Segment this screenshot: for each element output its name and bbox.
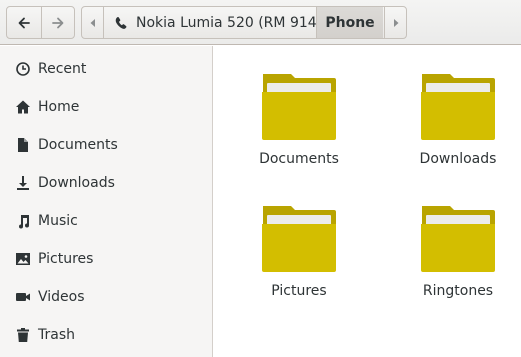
folder-pictures[interactable]: Pictures xyxy=(239,204,359,324)
sidebar-item-label: Trash xyxy=(38,327,75,343)
sidebar-item-label: Music xyxy=(38,213,78,229)
path-crumb-current[interactable]: Phone xyxy=(317,7,383,38)
folder-name: Pictures xyxy=(271,283,327,299)
sidebar-item-pictures[interactable]: Pictures xyxy=(0,244,212,274)
path-crumb-device-label: Nokia Lumia 520 (RM 914) xyxy=(136,14,323,31)
header-bar: Nokia Lumia 520 (RM 914) Phone xyxy=(0,0,521,45)
sidebar-item-trash[interactable]: Trash xyxy=(0,320,212,350)
download-icon xyxy=(15,175,31,191)
folder-icon xyxy=(262,74,336,140)
go-previous-icon xyxy=(18,17,30,28)
sidebar: Recent Home Documents Downloads Music Pi… xyxy=(0,46,213,357)
path-crumb-device[interactable]: Nokia Lumia 520 (RM 914) xyxy=(104,7,322,38)
sidebar-item-label: Recent xyxy=(38,61,87,77)
pan-start-icon xyxy=(90,18,95,27)
picture-icon xyxy=(15,251,31,267)
go-next-icon xyxy=(51,17,64,28)
sidebar-item-label: Home xyxy=(38,99,80,115)
sidebar-item-downloads[interactable]: Downloads xyxy=(0,168,212,198)
path-bar: Nokia Lumia 520 (RM 914) Phone xyxy=(81,6,407,39)
navigation-buttons xyxy=(6,6,75,39)
folder-name: Ringtones xyxy=(422,283,494,299)
path-scroll-left-button[interactable] xyxy=(82,7,104,38)
forward-button[interactable] xyxy=(40,7,75,38)
folder-name: Downloads xyxy=(419,151,497,167)
path-crumb-current-label: Phone xyxy=(325,14,375,31)
home-icon xyxy=(15,99,31,115)
phone-icon xyxy=(114,16,128,30)
sidebar-item-label: Videos xyxy=(38,289,85,305)
document-icon xyxy=(15,137,31,153)
sidebar-item-videos[interactable]: Videos xyxy=(0,282,212,312)
sidebar-item-home[interactable]: Home xyxy=(0,92,212,122)
video-icon xyxy=(15,289,31,305)
sidebar-item-label: Downloads xyxy=(38,175,115,191)
folder-name: Documents xyxy=(259,151,339,167)
sidebar-item-documents[interactable]: Documents xyxy=(0,130,212,160)
folder-documents[interactable]: Documents xyxy=(239,72,359,192)
folder-ringtones[interactable]: Ringtones xyxy=(398,204,518,324)
folder-downloads[interactable]: Downloads xyxy=(398,72,518,192)
back-button[interactable] xyxy=(7,7,41,38)
clock-icon xyxy=(15,61,31,77)
sidebar-item-music[interactable]: Music xyxy=(0,206,212,236)
trash-icon xyxy=(15,327,31,343)
folder-icon xyxy=(421,206,495,272)
sidebar-item-label: Pictures xyxy=(38,251,94,267)
file-view: Documents Downloads Pictures Ringtones xyxy=(214,46,521,357)
pan-end-icon xyxy=(393,18,398,27)
sidebar-item-label: Documents xyxy=(38,137,118,153)
folder-icon xyxy=(262,206,336,272)
sidebar-item-recent[interactable]: Recent xyxy=(0,54,212,84)
music-icon xyxy=(15,213,31,229)
folder-icon xyxy=(421,74,495,140)
path-scroll-right-button[interactable] xyxy=(384,7,406,38)
